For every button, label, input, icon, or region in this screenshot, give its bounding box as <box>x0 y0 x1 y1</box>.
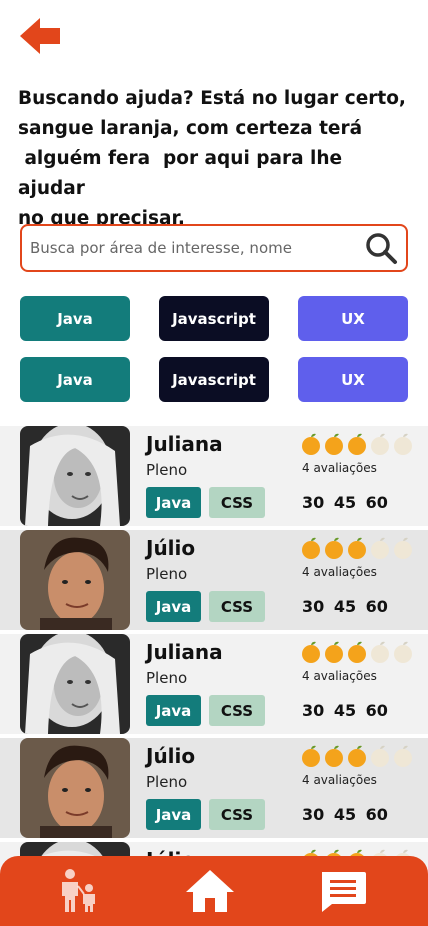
orange-empty-icon <box>371 641 389 663</box>
avatar <box>20 426 130 526</box>
review-count: 4 avaliações <box>302 669 377 683</box>
orange-filled-icon <box>325 537 343 559</box>
orange-filled-icon <box>348 537 366 559</box>
skill-badge: CSS <box>209 799 265 830</box>
orange-filled-icon <box>348 745 366 767</box>
chat-icon <box>322 872 366 912</box>
nav-home[interactable] <box>184 868 234 914</box>
orange-empty-icon <box>394 641 412 663</box>
page-headline: Buscando ajuda? Está no lugar certo, san… <box>18 88 406 229</box>
price-list: 30 45 60 <box>302 701 388 720</box>
filter-javascript[interactable]: Javascript <box>159 357 269 402</box>
orange-empty-icon <box>394 745 412 767</box>
nav-mentoring[interactable] <box>56 868 106 914</box>
mentor-name: Júlio <box>146 536 196 560</box>
avatar <box>20 530 130 630</box>
skill-badge: Java <box>146 799 201 830</box>
orange-filled-icon <box>302 745 320 767</box>
mentor-card[interactable]: Júlio Pleno Java CSS 4 avaliações 30 45 … <box>0 530 428 630</box>
rating <box>300 432 414 456</box>
skill-badge: CSS <box>209 695 265 726</box>
mentor-level: Pleno <box>146 565 188 583</box>
orange-filled-icon <box>348 641 366 663</box>
price-list: 30 45 60 <box>302 805 388 824</box>
orange-filled-icon <box>302 537 320 559</box>
mentor-list: Juliana Pleno Java CSS 4 avaliações 30 4… <box>0 426 428 926</box>
orange-empty-icon <box>371 745 389 767</box>
skill-badge: Java <box>146 695 201 726</box>
skill-badge: CSS <box>209 487 265 518</box>
mentor-name: Juliana <box>146 640 223 664</box>
mentor-child-icon <box>62 869 95 912</box>
orange-empty-icon <box>394 433 412 455</box>
filter-ux[interactable]: UX <box>298 296 408 341</box>
filter-java[interactable]: Java <box>20 296 130 341</box>
mentor-level: Pleno <box>146 669 188 687</box>
search-input[interactable] <box>30 239 364 257</box>
rating <box>300 744 414 768</box>
orange-filled-icon <box>325 641 343 663</box>
avatar <box>20 738 130 838</box>
mentor-card[interactable]: Juliana Pleno Java CSS 4 avaliações 30 4… <box>0 426 428 526</box>
price-list: 30 45 60 <box>302 493 388 512</box>
mentor-level: Pleno <box>146 461 188 479</box>
orange-filled-icon <box>302 641 320 663</box>
filter-java[interactable]: Java <box>20 357 130 402</box>
skill-badge: Java <box>146 487 201 518</box>
review-count: 4 avaliações <box>302 565 377 579</box>
bottom-nav <box>0 856 428 926</box>
filter-javascript[interactable]: Javascript <box>159 296 269 341</box>
orange-empty-icon <box>394 537 412 559</box>
orange-filled-icon <box>325 433 343 455</box>
orange-empty-icon <box>371 537 389 559</box>
home-icon <box>186 870 234 912</box>
orange-filled-icon <box>302 433 320 455</box>
filter-row-1: Java Javascript UX <box>20 296 408 341</box>
mentor-card[interactable]: Juliana Pleno Java CSS 4 avaliações 30 4… <box>0 634 428 734</box>
mentor-name: Juliana <box>146 432 223 456</box>
skill-badge: CSS <box>209 591 265 622</box>
price-list: 30 45 60 <box>302 597 388 616</box>
orange-filled-icon <box>325 745 343 767</box>
back-button[interactable] <box>18 16 62 56</box>
search-icon[interactable] <box>364 231 398 265</box>
filter-row-2: Java Javascript UX <box>20 357 408 402</box>
rating <box>300 640 414 664</box>
arrow-left-icon <box>20 18 60 54</box>
mentor-card[interactable]: Júlio Pleno Java CSS 4 avaliações 30 45 … <box>0 738 428 838</box>
orange-filled-icon <box>348 433 366 455</box>
mentor-name: Júlio <box>146 744 196 768</box>
mentor-level: Pleno <box>146 773 188 791</box>
rating <box>300 536 414 560</box>
avatar <box>20 634 130 734</box>
review-count: 4 avaliações <box>302 461 377 475</box>
orange-empty-icon <box>371 433 389 455</box>
review-count: 4 avaliações <box>302 773 377 787</box>
nav-chat[interactable] <box>318 868 368 914</box>
skill-badge: Java <box>146 591 201 622</box>
search-bar <box>20 224 408 272</box>
filter-ux[interactable]: UX <box>298 357 408 402</box>
